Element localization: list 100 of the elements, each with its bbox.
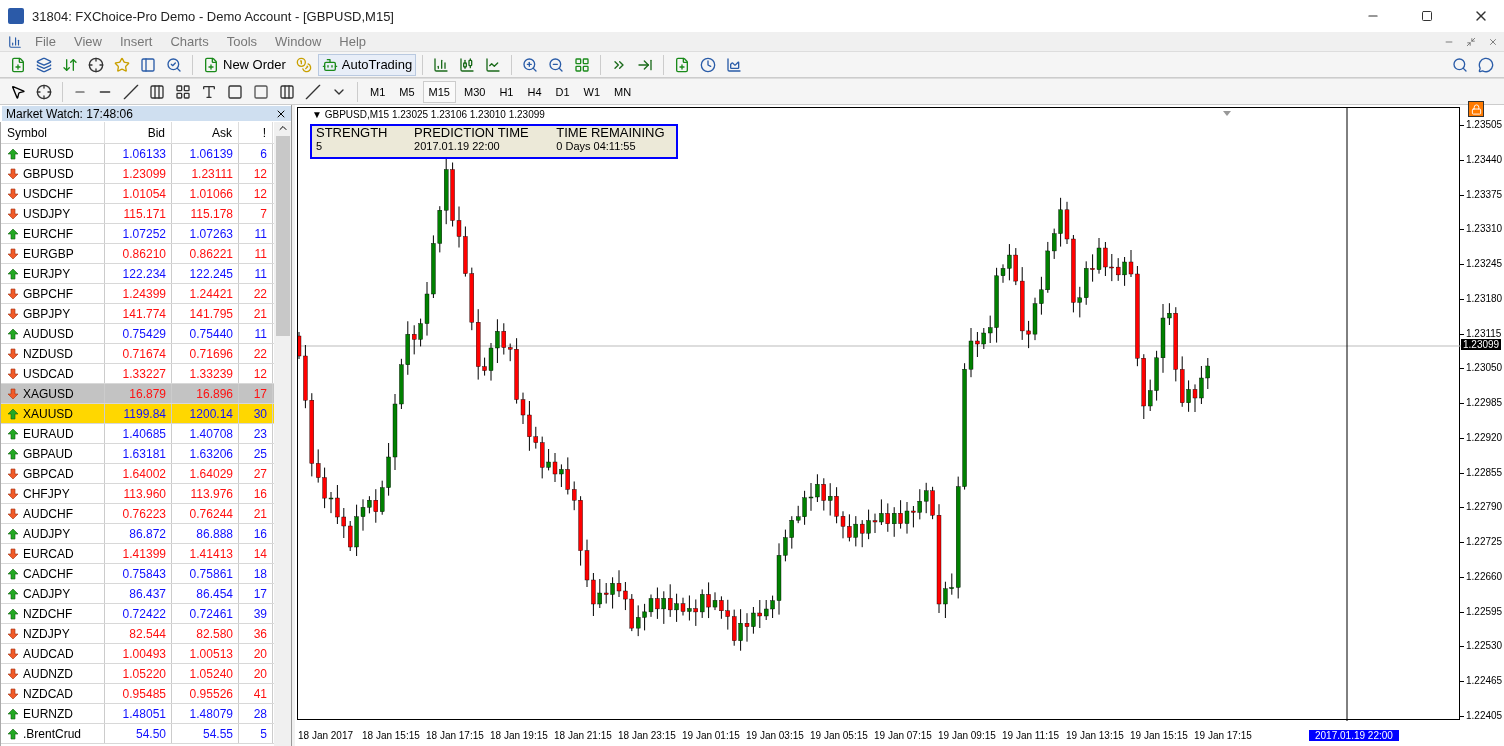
- timeframe-tab[interactable]: W1: [577, 80, 607, 103]
- symbol-row[interactable]: AUDJPY 86.872 86.888 16: [1, 524, 274, 544]
- symbol-row[interactable]: NZDCAD 0.95485 0.95526 41: [1, 684, 274, 704]
- symbol-row[interactable]: AUDNZD 1.05220 1.05240 20: [1, 664, 274, 684]
- price-tick: 1.22465: [1466, 675, 1503, 686]
- symbol-row[interactable]: NZDJPY 82.544 82.580 36: [1, 624, 274, 644]
- price-tick: 1.22985: [1466, 397, 1503, 408]
- price-tick: 1.22790: [1466, 501, 1503, 513]
- symbol-row[interactable]: EURJPY 122.234 122.245 11: [1, 264, 274, 284]
- ask-price: 1.63206: [172, 444, 239, 463]
- symbol-row[interactable]: CHFJPY 113.960 113.976 16: [1, 484, 274, 504]
- menu-item[interactable]: View: [64, 34, 111, 49]
- symbol-name: GBPAUD: [23, 446, 73, 461]
- ask-price: 0.76244: [172, 504, 239, 523]
- symbol-row[interactable]: GBPCHF 1.24399 1.24421 22: [1, 284, 274, 304]
- menu-item[interactable]: Insert: [110, 34, 162, 49]
- symbol-name: GBPJPY: [23, 306, 71, 321]
- symbol-row[interactable]: EURNZD 1.48051 1.48079 28: [1, 704, 274, 724]
- symbol-name: EURAUD: [23, 426, 74, 441]
- bid-price: 1.24399: [105, 284, 172, 303]
- menu-item[interactable]: Help: [330, 34, 376, 49]
- ask-price: 141.795: [172, 304, 239, 323]
- timeframe-tab[interactable]: M5: [393, 80, 421, 103]
- ask-price: 0.86221: [172, 244, 239, 263]
- symbol-row[interactable]: XAGUSD 16.879 16.896 17: [1, 384, 274, 404]
- spread-value: 14: [239, 544, 273, 563]
- bid-price: 0.75429: [105, 324, 172, 343]
- ask-price: 0.75440: [172, 324, 239, 343]
- symbol-row[interactable]: EURCHF 1.07252 1.07263 11: [1, 224, 274, 244]
- timeframe-tab[interactable]: M30: [457, 80, 492, 103]
- price-tick: 1.23440: [1466, 153, 1503, 165]
- symbol-row[interactable]: GBPUSD 1.23099 1.23111 12: [1, 164, 274, 184]
- symbol-row[interactable]: GBPAUD 1.63181 1.63206 25: [1, 444, 274, 464]
- bid-price: 1.05220: [105, 664, 172, 683]
- timeframe-tab[interactable]: M1: [364, 80, 392, 103]
- ask-price: 0.95526: [172, 684, 239, 703]
- bid-price: 16.879: [105, 384, 172, 403]
- symbol-name: USDCAD: [23, 366, 74, 381]
- price-tick: 1.23310: [1466, 223, 1503, 235]
- symbol-name: CHFJPY: [23, 486, 70, 501]
- price-tick: 1.22725: [1466, 536, 1503, 547]
- info-heading: PREDICTION TIME: [414, 126, 530, 140]
- time-label: 18 Jan 23:15: [618, 730, 676, 741]
- symbol-name: EURNZD: [23, 706, 73, 721]
- ask-price: 1.40708: [172, 424, 239, 443]
- symbol-name: XAGUSD: [23, 386, 74, 401]
- new-order-button[interactable]: New Order: [199, 53, 290, 76]
- info-value: 5: [316, 140, 324, 153]
- symbol-row[interactable]: .BrentCrud 54.50 54.55 5: [1, 724, 274, 744]
- autotrading-button[interactable]: AutoTrading: [317, 53, 417, 76]
- symbol-row[interactable]: EURAUD 1.40685 1.40708 23: [1, 424, 274, 444]
- symbol-row[interactable]: EURUSD 1.06133 1.06139 6: [1, 144, 274, 164]
- bid-price: 1.07252: [105, 224, 172, 243]
- symbol-row[interactable]: GBPJPY 141.774 141.795 21: [1, 304, 274, 324]
- spread-value: 30: [239, 404, 273, 423]
- symbol-row[interactable]: GBPCAD 1.64002 1.64029 27: [1, 464, 274, 484]
- ask-price: 1.00513: [172, 644, 239, 663]
- timeframe-tab[interactable]: D1: [549, 80, 576, 103]
- ask-price: 0.75861: [172, 564, 239, 583]
- menu-item[interactable]: Charts: [161, 34, 218, 49]
- bid-price: 115.171: [105, 204, 172, 223]
- time-label: 18 Jan 15:15: [362, 730, 420, 741]
- spread-value: 22: [239, 344, 273, 363]
- spread-value: 11: [239, 244, 273, 263]
- time-label: 19 Jan 17:15: [1194, 730, 1252, 741]
- symbol-name: AUDNZD: [23, 666, 73, 681]
- symbol-row[interactable]: AUDUSD 0.75429 0.75440 11: [1, 324, 274, 344]
- ask-price: 86.454: [172, 584, 239, 603]
- symbol-row[interactable]: CADJPY 86.437 86.454 17: [1, 584, 274, 604]
- timeframe-tab[interactable]: MN: [608, 80, 638, 103]
- ask-price: 1.24421: [172, 284, 239, 303]
- timeframe-tab[interactable]: H1: [493, 80, 520, 103]
- symbol-row[interactable]: USDCAD 1.33227 1.33239 12: [1, 364, 274, 384]
- ask-price: 1.07263: [172, 224, 239, 243]
- symbol-row[interactable]: NZDCHF 0.72422 0.72461 39: [1, 604, 274, 624]
- timeframe-tab[interactable]: M15: [422, 80, 456, 103]
- menu-item[interactable]: Window: [266, 34, 331, 49]
- symbol-row[interactable]: USDCHF 1.01054 1.01066 12: [1, 184, 274, 204]
- symbol-row[interactable]: EURGBP 0.86210 0.86221 11: [1, 244, 274, 264]
- symbol-row[interactable]: XAUUSD 1199.84 1200.14 30: [1, 404, 274, 424]
- symbol-name: EURUSD: [23, 146, 74, 161]
- bid-price: 0.71674: [105, 344, 172, 363]
- spread-value: 12: [239, 164, 273, 183]
- menu-item[interactable]: Tools: [217, 34, 267, 49]
- symbol-row[interactable]: AUDCHF 0.76223 0.76244 21: [1, 504, 274, 524]
- symbol-row[interactable]: EURCAD 1.41399 1.41413 14: [1, 544, 274, 564]
- price-tick: 1.23050: [1466, 362, 1503, 374]
- symbol-row[interactable]: CADCHF 0.75843 0.75861 18: [1, 564, 274, 584]
- info-heading: TIME REMAINING: [556, 126, 666, 140]
- spread-value: 7: [239, 204, 273, 223]
- time-label: 18 Jan 2017: [298, 730, 354, 741]
- symbol-name: EURCHF: [23, 226, 73, 241]
- symbol-name: USDJPY: [23, 206, 71, 221]
- bid-price: 86.872: [105, 524, 172, 543]
- symbol-row[interactable]: NZDUSD 0.71674 0.71696 22: [1, 344, 274, 364]
- menu-item[interactable]: File: [26, 34, 65, 49]
- symbol-row[interactable]: USDJPY 115.171 115.178 7: [1, 204, 274, 224]
- ask-price: 1.33239: [172, 364, 239, 383]
- timeframe-tab[interactable]: H4: [521, 80, 548, 103]
- symbol-row[interactable]: AUDCAD 1.00493 1.00513 20: [1, 644, 274, 664]
